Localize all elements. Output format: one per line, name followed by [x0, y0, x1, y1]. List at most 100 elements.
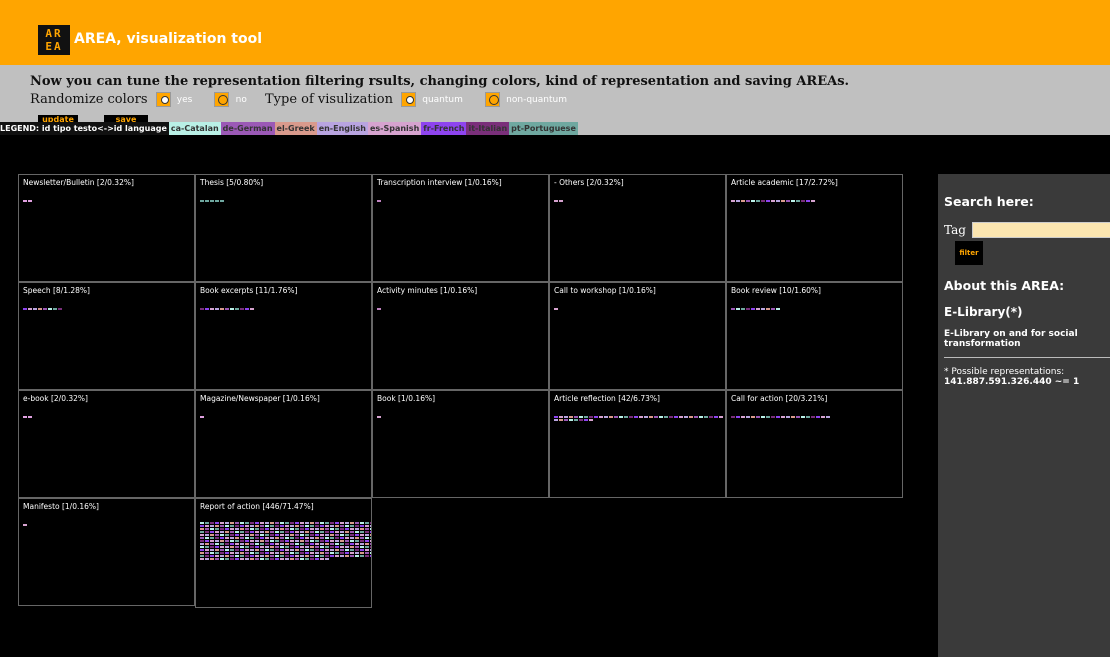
document-mark [230, 543, 234, 545]
category-cell[interactable]: Magazine/Newspaper [1/0.16%] [195, 390, 372, 498]
document-mark [255, 549, 259, 551]
document-mark [360, 537, 364, 539]
document-mark [215, 522, 219, 524]
document-mark [250, 531, 254, 533]
document-mark [285, 531, 289, 533]
category-cell[interactable]: Article reflection [42/6.73%] [549, 390, 726, 498]
area-name: E-Library(*) [944, 305, 1023, 319]
category-cell[interactable]: Article academic [17/2.72%] [726, 174, 903, 282]
document-mark [315, 534, 319, 536]
document-mark [250, 528, 254, 530]
document-mark [330, 549, 334, 551]
randomize-no-radio[interactable] [214, 92, 230, 107]
document-mark [275, 537, 279, 539]
document-mark [335, 555, 339, 557]
document-mark [235, 308, 239, 310]
document-mark [355, 537, 359, 539]
category-cell[interactable]: Book [1/0.16%] [372, 390, 549, 498]
document-mark [355, 552, 359, 554]
document-mark [270, 543, 274, 545]
document-mark [699, 416, 703, 418]
document-mark [53, 308, 57, 310]
category-cell[interactable]: e-book [2/0.32%] [18, 390, 195, 498]
document-mark [340, 522, 344, 524]
document-mark [275, 534, 279, 536]
non-quantum-radio[interactable] [485, 92, 501, 107]
document-mark [355, 555, 359, 557]
document-mark [335, 549, 339, 551]
document-mark [295, 531, 299, 533]
category-cell[interactable]: Thesis [5/0.80%] [195, 174, 372, 282]
document-mark [240, 543, 244, 545]
document-mark [340, 549, 344, 551]
document-mark [290, 552, 294, 554]
category-cell[interactable]: Transcription interview [1/0.16%] [372, 174, 549, 282]
document-mark [215, 200, 219, 202]
document-mark [275, 546, 279, 548]
document-mark [255, 522, 259, 524]
document-mark [345, 540, 349, 542]
area-logo: AR EA [38, 25, 70, 55]
document-mark [295, 555, 299, 557]
document-mark [310, 558, 314, 560]
document-mark [320, 549, 324, 551]
document-mark [280, 552, 284, 554]
document-mark [305, 555, 309, 557]
randomize-yes-radio[interactable] [155, 92, 171, 107]
document-mark [270, 558, 274, 560]
category-cell[interactable]: Activity minutes [1/0.16%] [372, 282, 549, 390]
category-cell[interactable]: Report of action [446/71.47%] [195, 498, 372, 608]
quantum-radio[interactable] [401, 92, 417, 107]
document-mark [260, 528, 264, 530]
document-mark [786, 416, 790, 418]
category-cell[interactable]: - Others [2/0.32%] [549, 174, 726, 282]
document-mark [741, 308, 745, 310]
document-mark [310, 522, 314, 524]
document-mark [360, 552, 364, 554]
document-mark [355, 549, 359, 551]
document-mark [350, 534, 354, 536]
document-mark [220, 549, 224, 551]
category-cell[interactable]: Call to workshop [1/0.16%] [549, 282, 726, 390]
document-mark [639, 416, 643, 418]
category-cell[interactable]: Call for action [20/3.21%] [726, 390, 903, 498]
document-mark [335, 537, 339, 539]
document-mark [210, 308, 214, 310]
document-mark [360, 555, 364, 557]
document-mark [285, 546, 289, 548]
document-mark [714, 416, 718, 418]
document-mark [801, 416, 805, 418]
document-mark [230, 546, 234, 548]
sidebar: Search here: Tag filter About this AREA:… [938, 174, 1110, 657]
document-mark [200, 540, 204, 542]
category-cell[interactable]: Book excerpts [11/1.76%] [195, 282, 372, 390]
document-mark [240, 525, 244, 527]
document-mark [300, 537, 304, 539]
document-mark [295, 528, 299, 530]
document-mark [325, 546, 329, 548]
document-mark [290, 543, 294, 545]
document-mark [205, 522, 209, 524]
document-mark [305, 558, 309, 560]
document-mark [330, 534, 334, 536]
document-mark [210, 525, 214, 527]
document-mark [220, 537, 224, 539]
document-mark [275, 540, 279, 542]
document-mark [360, 528, 364, 530]
tag-input[interactable] [972, 222, 1110, 238]
category-cell[interactable]: Newsletter/Bulletin [2/0.32%] [18, 174, 195, 282]
document-mark [265, 552, 269, 554]
document-mark [255, 546, 259, 548]
filter-button[interactable]: filter [955, 241, 983, 265]
document-mark [746, 416, 750, 418]
document-mark [290, 546, 294, 548]
document-mark [260, 546, 264, 548]
category-cell[interactable]: Book review [10/1.60%] [726, 282, 903, 390]
document-mark [220, 525, 224, 527]
document-mark [265, 522, 269, 524]
category-cell[interactable]: Speech [8/1.28%] [18, 282, 195, 390]
document-mark [210, 537, 214, 539]
document-mark [280, 540, 284, 542]
document-mark [225, 540, 229, 542]
category-cell[interactable]: Manifesto [1/0.16%] [18, 498, 195, 606]
